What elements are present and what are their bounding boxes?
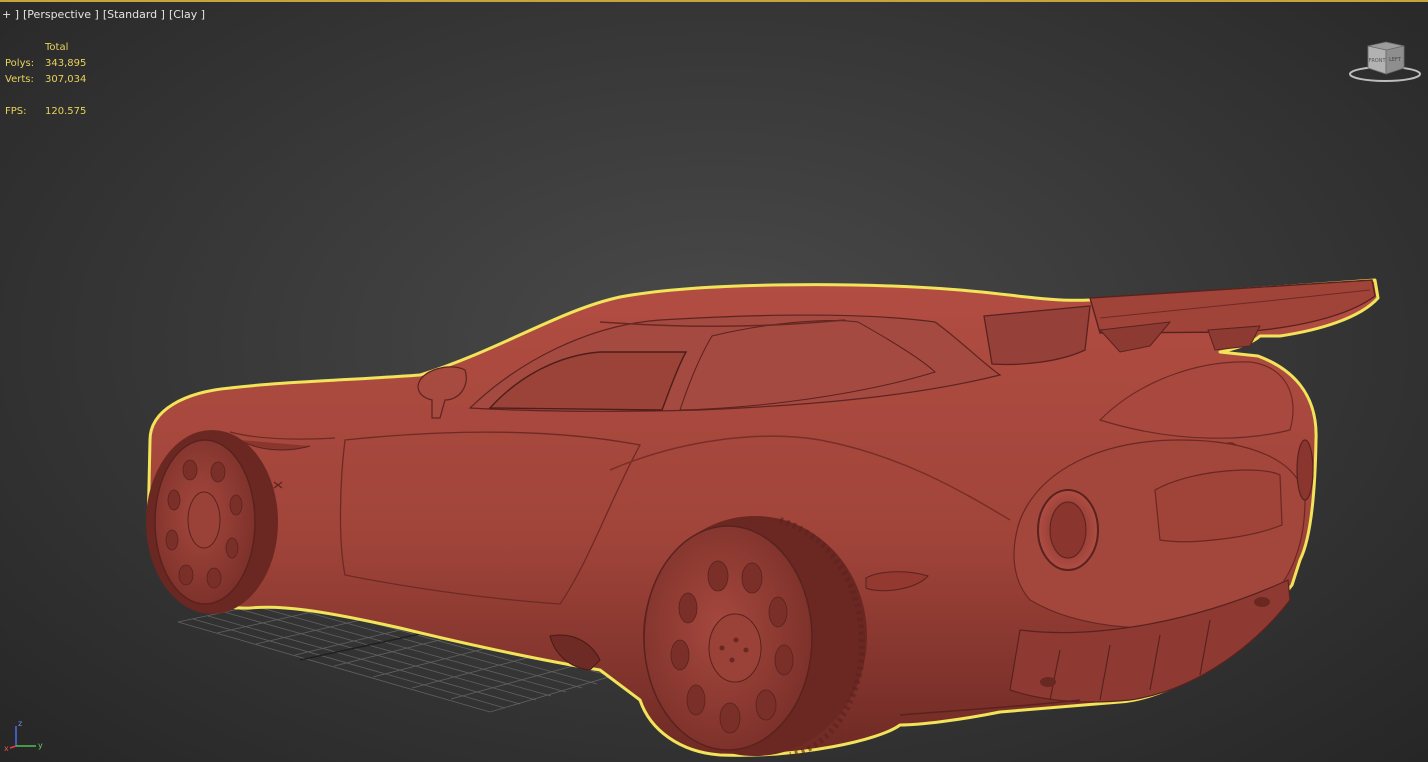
x-axis-label: x: [4, 744, 9, 753]
z-axis-label: z: [18, 719, 22, 728]
car-model[interactable]: [146, 278, 1380, 758]
axis-tripod: z y x: [4, 719, 43, 753]
rear-wheel: [643, 516, 867, 758]
y-axis-label: y: [38, 741, 43, 750]
viewcube[interactable]: FRONT LEFT: [1348, 38, 1422, 84]
front-wheel: [146, 430, 278, 614]
perspective-viewport[interactable]: + ] [Perspective ] [Standard ] [Clay ] T…: [0, 0, 1428, 762]
viewcube-front-label: FRONT: [1368, 58, 1386, 64]
x-axis-line: [9, 745, 17, 749]
scene-canvas: [146, 278, 1380, 758]
viewcube-left-label: LEFT: [1389, 57, 1402, 63]
